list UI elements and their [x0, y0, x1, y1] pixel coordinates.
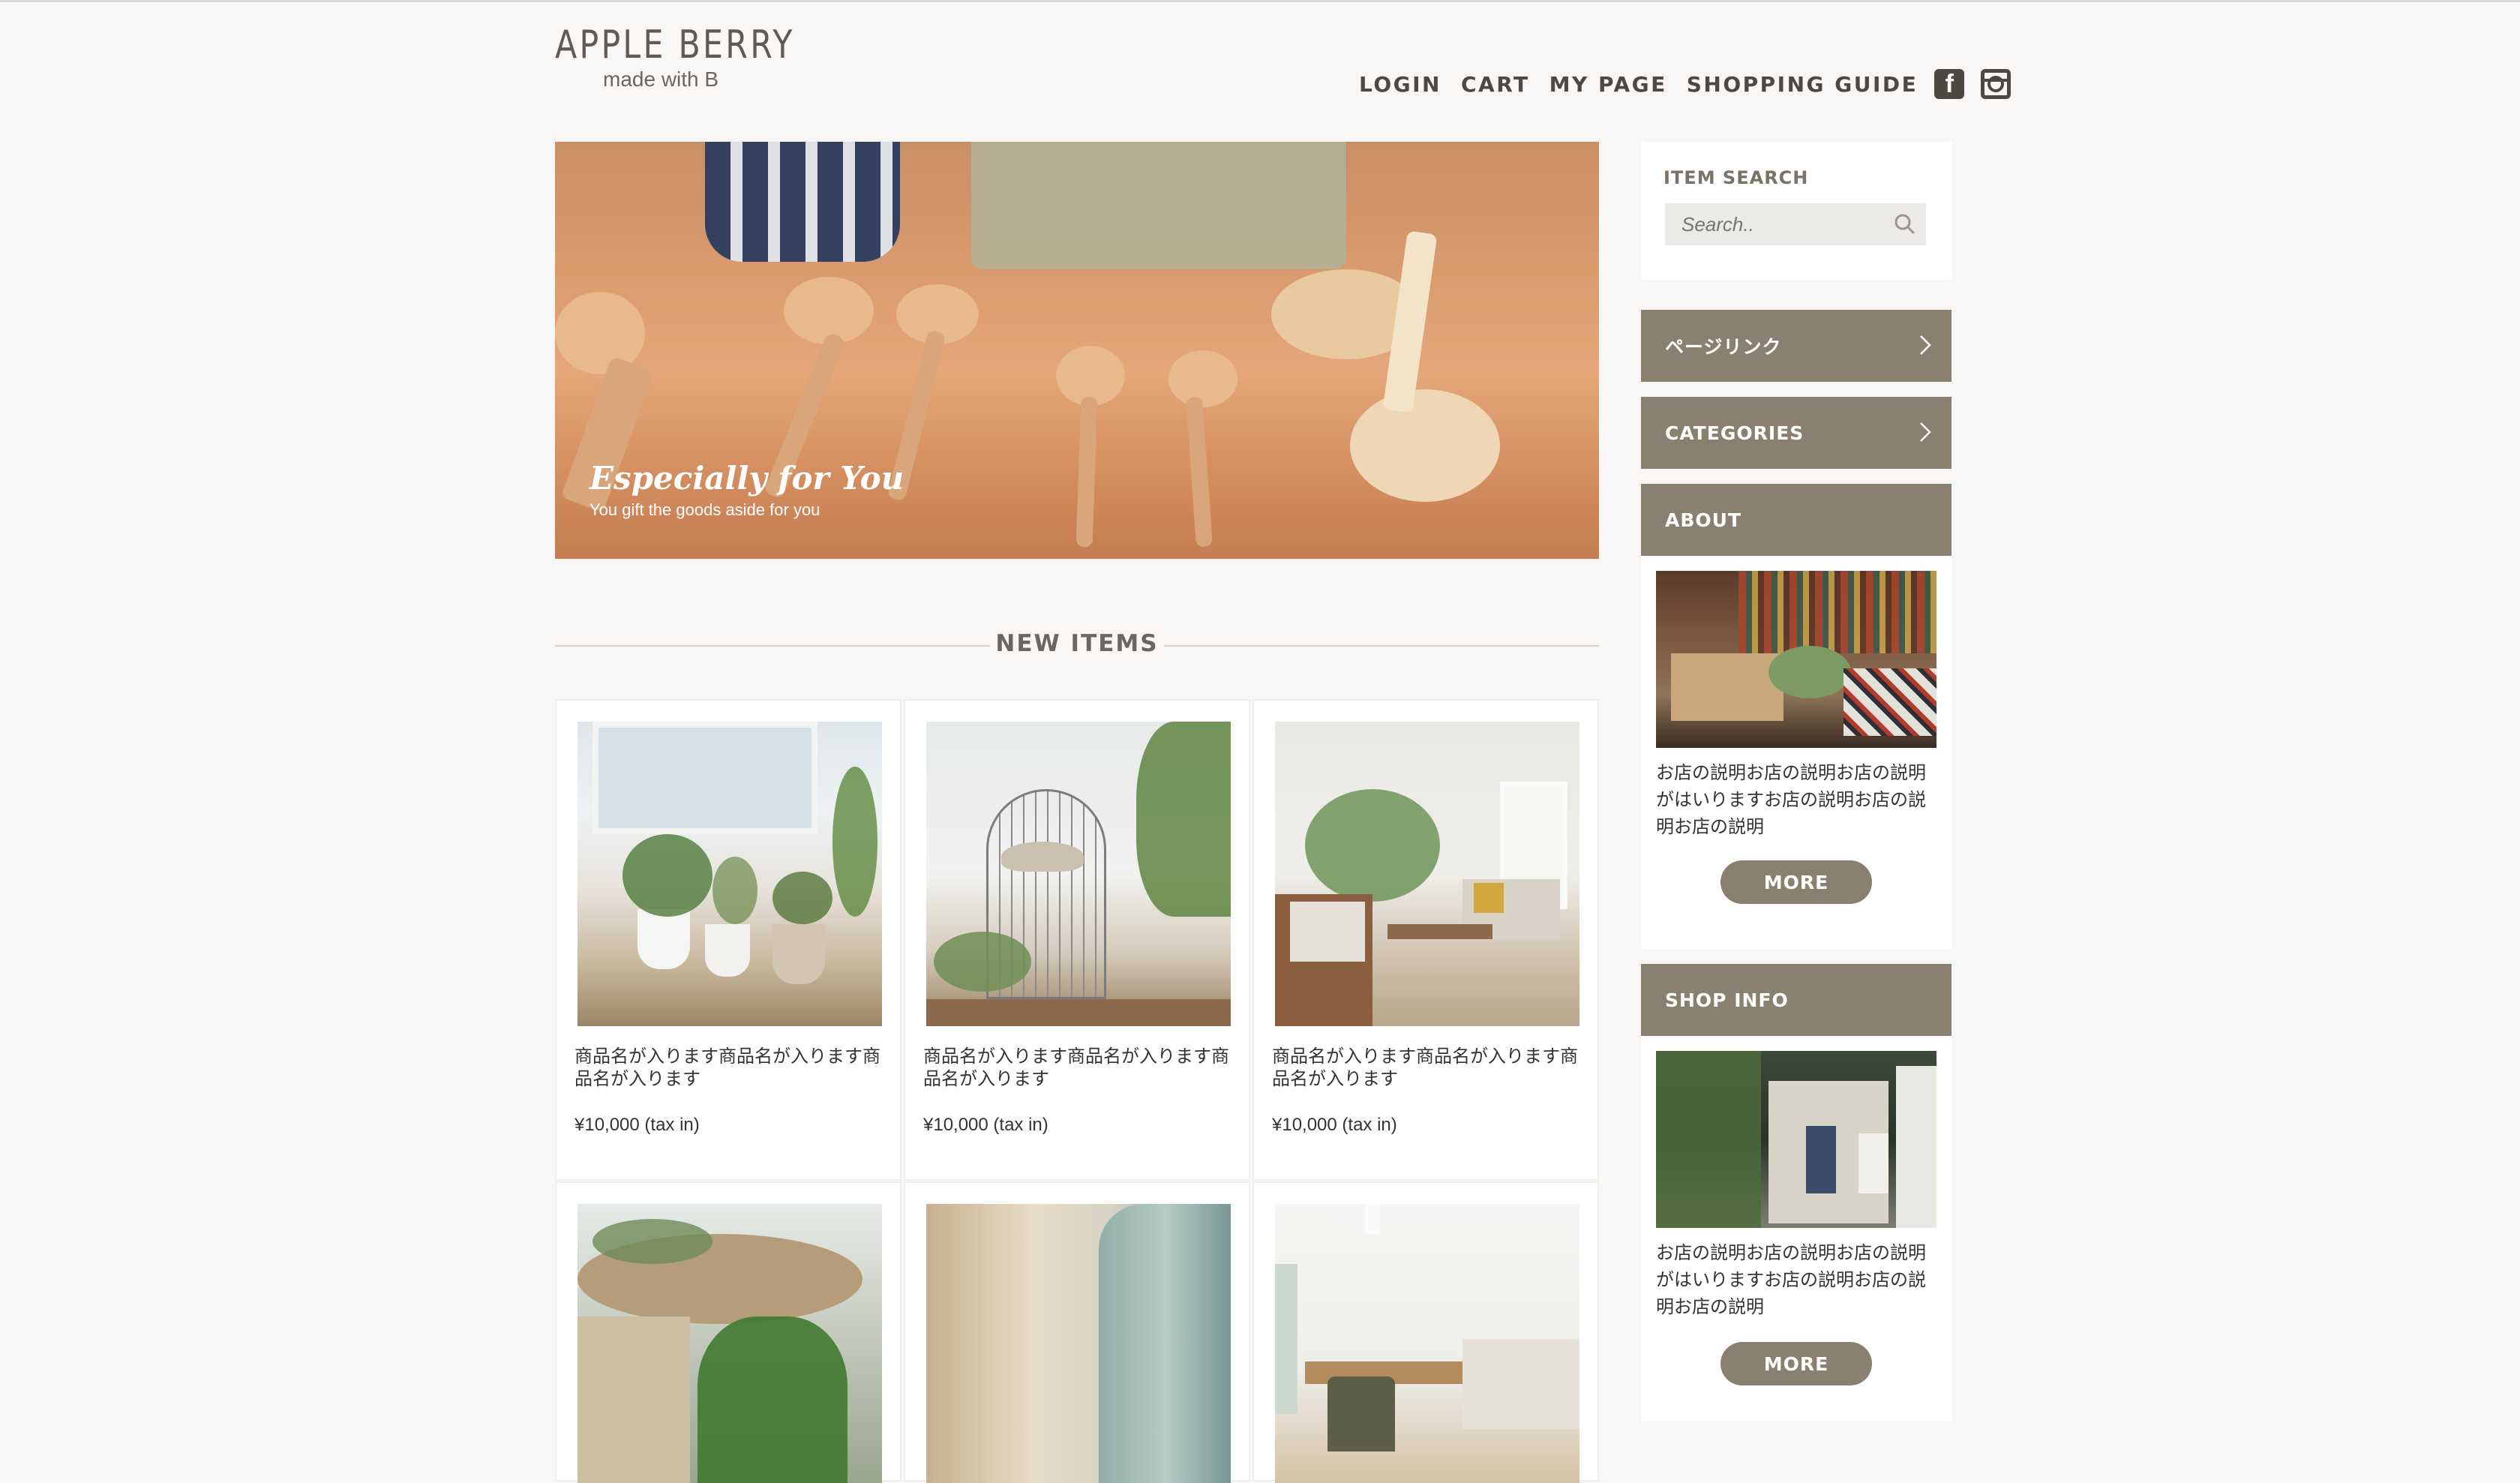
- chevron-right-icon: [1920, 422, 1931, 442]
- menu-page-link[interactable]: ページリンク: [1641, 310, 1952, 382]
- nav-shopping-guide[interactable]: SHOPPING GUIDE: [1687, 72, 1918, 97]
- product-card[interactable]: [904, 1181, 1250, 1483]
- product-card[interactable]: 商品名が入ります商品名が入ります商品名が入ります ¥10,000 (tax in…: [555, 699, 902, 1181]
- product-image[interactable]: [1275, 722, 1580, 1026]
- about-more-button[interactable]: MORE: [1720, 860, 1872, 904]
- spoon-shape: [1168, 350, 1238, 407]
- product-price: ¥10,000 (tax in): [574, 1115, 700, 1135]
- menu-label: SHOP INFO: [1665, 989, 1789, 1011]
- menu-label: CATEGORIES: [1665, 422, 1804, 444]
- product-card[interactable]: 商品名が入ります商品名が入ります商品名が入ります ¥10,000 (tax in…: [1252, 699, 1599, 1181]
- shop-image[interactable]: [1656, 1051, 1936, 1228]
- menu-label: ABOUT: [1665, 509, 1742, 531]
- search-icon[interactable]: [1893, 212, 1916, 235]
- logo-subtitle: made with B: [603, 68, 719, 91]
- product-image[interactable]: [926, 1204, 1231, 1483]
- product-name[interactable]: 商品名が入ります商品名が入ります商品名が入ります: [574, 1046, 890, 1091]
- instagram-icon[interactable]: [1981, 69, 2012, 99]
- product-image[interactable]: [578, 1204, 882, 1483]
- product-name[interactable]: 商品名が入ります商品名が入ります商品名が入ります: [1272, 1046, 1587, 1091]
- search-input[interactable]: [1665, 203, 1892, 245]
- product-image[interactable]: [578, 722, 882, 1026]
- section-title: NEW ITEMS: [995, 630, 1159, 657]
- product-price: ¥10,000 (tax in): [923, 1115, 1048, 1135]
- product-image[interactable]: [926, 722, 1231, 1026]
- search-title: ITEM SEARCH: [1664, 167, 1809, 188]
- hero-subtitle: You gift the goods aside for you: [590, 500, 820, 519]
- chevron-right-icon: [1920, 335, 1931, 355]
- nav-login[interactable]: LOGIN: [1359, 72, 1442, 97]
- about-image[interactable]: [1656, 571, 1936, 748]
- menu-label: ページリンク: [1665, 336, 1782, 358]
- search-field: [1665, 203, 1926, 245]
- product-name[interactable]: 商品名が入ります商品名が入ります商品名が入ります: [923, 1046, 1238, 1091]
- logo-title: APPLE BERRY: [555, 23, 795, 68]
- new-items-heading: NEW ITEMS: [555, 627, 1599, 665]
- shop-info-box: お店の説明お店の説明お店の説明がはいりますお店の説明お店の説明お店の説明 MOR…: [1641, 1036, 1952, 1421]
- shop-more-button[interactable]: MORE: [1720, 1342, 1872, 1385]
- spoon-shape: [1186, 396, 1213, 548]
- nav-my-page[interactable]: MY PAGE: [1550, 72, 1667, 97]
- spoon-shape: [555, 292, 645, 374]
- product-card[interactable]: [1252, 1181, 1599, 1483]
- menu-shop-info[interactable]: SHOP INFO: [1641, 964, 1952, 1036]
- facebook-icon[interactable]: f: [1934, 69, 1965, 99]
- hero-dish-image: [971, 142, 1346, 269]
- product-card[interactable]: 商品名が入ります商品名が入ります商品名が入ります ¥10,000 (tax in…: [904, 699, 1250, 1181]
- hero-banner[interactable]: Especially for You You gift the goods as…: [555, 142, 1599, 559]
- main-nav: LOGIN CART MY PAGE SHOPPING GUIDE f: [1359, 69, 2012, 99]
- shop-description: お店の説明お店の説明お店の説明がはいりますお店の説明お店の説明お店の説明: [1656, 1243, 1926, 1317]
- about-box: お店の説明お店の説明お店の説明がはいりますお店の説明お店の説明お店の説明 MOR…: [1641, 556, 1952, 949]
- item-search-box: ITEM SEARCH: [1641, 142, 1952, 280]
- site-logo[interactable]: APPLE BERRY made with B: [555, 23, 848, 92]
- hero-title: Especially for You: [590, 460, 904, 497]
- product-card[interactable]: [555, 1181, 902, 1483]
- nav-cart[interactable]: CART: [1461, 72, 1530, 97]
- product-price: ¥10,000 (tax in): [1272, 1115, 1397, 1135]
- about-description: お店の説明お店の説明お店の説明がはいりますお店の説明お店の説明お店の説明: [1656, 763, 1926, 837]
- menu-categories[interactable]: CATEGORIES: [1641, 397, 1952, 469]
- top-border: [0, 0, 2520, 2]
- spoon-shape: [1076, 396, 1098, 548]
- hero-cup-image: [705, 142, 900, 262]
- ladle-shape: [1350, 389, 1500, 502]
- menu-about[interactable]: ABOUT: [1641, 484, 1952, 556]
- product-image[interactable]: [1275, 1204, 1580, 1483]
